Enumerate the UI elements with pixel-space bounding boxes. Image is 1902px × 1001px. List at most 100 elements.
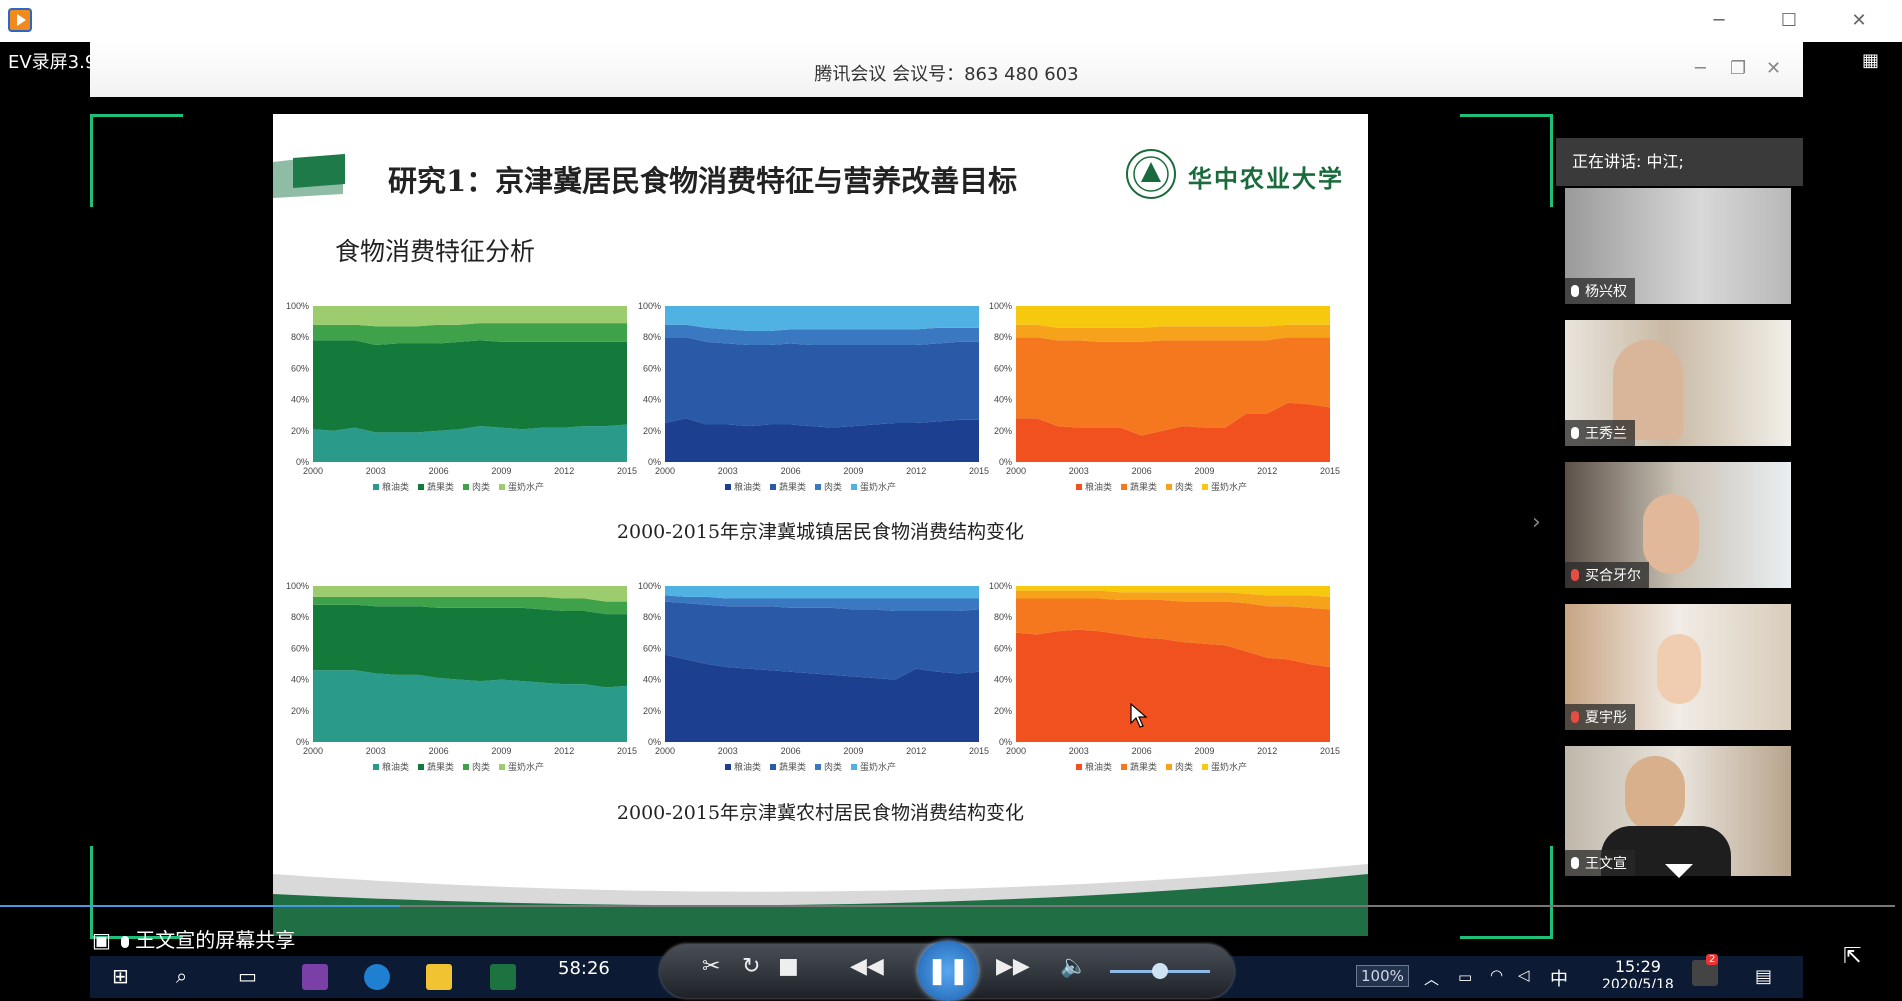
x-tick-label: 2006 bbox=[429, 746, 449, 756]
y-tick-label: 40% bbox=[994, 675, 1012, 685]
legend-label: 肉类 bbox=[1175, 481, 1193, 493]
chart-rural-b: 0% 20% 40% 60% 80% 100% 2000 2003 2006 2009 2012 20… bbox=[635, 581, 989, 786]
excel-icon[interactable] bbox=[490, 964, 516, 990]
recorder-title-bar: ─ ☐ ✕ bbox=[0, 0, 1902, 42]
cut-icon[interactable]: ✂ bbox=[702, 954, 720, 979]
legend-swatch bbox=[463, 764, 469, 770]
microphone-icon bbox=[1571, 285, 1579, 297]
participant-name-bar: 王文宣 bbox=[1565, 850, 1635, 876]
speaker-icon[interactable]: ◁ bbox=[1518, 966, 1530, 984]
minimize-icon[interactable]: ─ bbox=[1706, 8, 1732, 34]
maximize-icon[interactable]: ☐ bbox=[1776, 8, 1802, 34]
x-tick-label: 2012 bbox=[906, 466, 926, 476]
x-tick-label: 2006 bbox=[781, 466, 801, 476]
grid-icon[interactable]: ▦ bbox=[1862, 50, 1882, 71]
legend-label: 肉类 bbox=[1175, 761, 1193, 773]
legend-label: 蛋奶水产 bbox=[508, 761, 544, 773]
y-tick-label: 80% bbox=[994, 332, 1012, 342]
y-tick-label: 100% bbox=[286, 581, 309, 591]
participant-tile[interactable]: 买合牙尔 bbox=[1565, 462, 1791, 588]
action-center-icon[interactable]: ▤ bbox=[1755, 966, 1772, 987]
rewind-icon[interactable]: ◀◀ bbox=[850, 954, 884, 979]
notification-badge: 2 bbox=[1706, 954, 1719, 965]
stop-icon[interactable]: ■ bbox=[778, 954, 799, 979]
participant-tile[interactable]: 杨兴权 bbox=[1565, 188, 1791, 304]
minimize-icon[interactable]: ─ bbox=[1695, 58, 1706, 79]
participant-tile[interactable]: 夏宇彤 bbox=[1565, 604, 1791, 730]
notebook-icon[interactable]: 2 bbox=[1692, 954, 1719, 986]
onenote-icon[interactable] bbox=[302, 964, 328, 990]
play-icon bbox=[8, 8, 32, 32]
task-view-icon[interactable]: ▭ bbox=[238, 964, 264, 990]
participant-name: 杨兴权 bbox=[1585, 284, 1627, 300]
close-icon[interactable]: ✕ bbox=[1766, 58, 1781, 79]
legend-swatch bbox=[499, 764, 505, 770]
y-tick-label: 80% bbox=[643, 332, 661, 342]
x-tick-label: 2012 bbox=[554, 746, 574, 756]
y-tick-label: 80% bbox=[291, 612, 309, 622]
legend-label: 肉类 bbox=[824, 761, 842, 773]
caption-rural: 2000-2015年京津冀农村居民食物消费结构变化 bbox=[616, 802, 1025, 824]
participant-name: 王文宣 bbox=[1585, 856, 1627, 872]
legend-swatch bbox=[1121, 484, 1127, 490]
refresh-icon[interactable]: ↻ bbox=[742, 954, 760, 979]
participant-name: 王秀兰 bbox=[1585, 426, 1627, 442]
participant-name-bar: 买合牙尔 bbox=[1565, 562, 1649, 588]
restore-icon[interactable]: ❐ bbox=[1730, 58, 1746, 79]
exit-fullscreen-icon[interactable]: ⇱ bbox=[1843, 944, 1861, 969]
y-tick-label: 100% bbox=[638, 301, 661, 311]
x-tick-label: 2009 bbox=[491, 746, 511, 756]
recorder-control-bar: ✂ ↻ ■ ◀◀ ❚❚ ▶▶ 🔈 bbox=[660, 941, 1234, 1001]
participant-name-bar: 杨兴权 bbox=[1565, 278, 1635, 304]
x-tick-label: 2009 bbox=[491, 466, 511, 476]
x-tick-label: 2015 bbox=[1320, 746, 1340, 756]
y-tick-label: 20% bbox=[291, 426, 309, 436]
y-tick-label: 80% bbox=[994, 612, 1012, 622]
y-tick-label: 40% bbox=[291, 395, 309, 405]
scroll-down-icon[interactable] bbox=[1665, 864, 1693, 878]
file-explorer-icon[interactable] bbox=[426, 964, 452, 990]
legend-label: 蔬果类 bbox=[1130, 761, 1157, 773]
x-tick-label: 2000 bbox=[655, 746, 675, 756]
chart-urban-b: 0% 20% 40% 60% 80% 100% 2000 2003 2006 2009 2012 20… bbox=[635, 301, 989, 506]
y-tick-label: 20% bbox=[994, 426, 1012, 436]
tray-chevron-icon[interactable]: ︿ bbox=[1424, 968, 1439, 989]
legend-label: 蛋奶水产 bbox=[860, 761, 896, 773]
windows-start-icon[interactable]: ⊞ bbox=[112, 964, 138, 990]
screen-share-text: 王文宣的屏幕共享 bbox=[135, 928, 296, 952]
input-method-indicator[interactable]: 中 bbox=[1550, 965, 1568, 991]
legend-label: 粮油类 bbox=[1085, 481, 1112, 493]
pause-button[interactable]: ❚❚ bbox=[918, 941, 978, 1001]
area-series-4 bbox=[665, 306, 979, 331]
fast-forward-icon[interactable]: ▶▶ bbox=[996, 954, 1030, 979]
power-icon[interactable]: ▭ bbox=[1458, 968, 1472, 986]
university-logo bbox=[1126, 149, 1176, 199]
chevron-right-icon[interactable]: › bbox=[1532, 510, 1541, 535]
legend-label: 粮油类 bbox=[1085, 761, 1112, 773]
meeting-title: 腾讯会议 会议号：863 480 603 bbox=[814, 64, 1079, 85]
volume-slider-knob[interactable] bbox=[1152, 963, 1168, 979]
search-icon[interactable]: ⌕ bbox=[176, 964, 202, 990]
legend-label: 粮油类 bbox=[382, 761, 409, 773]
legend-label: 蛋奶水产 bbox=[860, 481, 896, 493]
speaking-indicator: 正在讲话: 中江; bbox=[1556, 138, 1803, 186]
y-tick-label: 40% bbox=[643, 675, 661, 685]
chart-rural-c: 0% 20% 40% 60% 80% 100% 2000 2003 2006 2009 2012 20… bbox=[986, 581, 1340, 786]
participant-tile[interactable]: 王文宣 bbox=[1565, 746, 1791, 876]
y-tick-label: 100% bbox=[286, 301, 309, 311]
wifi-icon[interactable]: ◠ bbox=[1490, 966, 1503, 984]
y-tick-label: 80% bbox=[291, 332, 309, 342]
x-tick-label: 2015 bbox=[617, 466, 637, 476]
legend-swatch bbox=[1076, 764, 1082, 770]
area-series-1 bbox=[313, 424, 627, 462]
volume-icon[interactable]: 🔈 bbox=[1060, 954, 1087, 979]
meeting-header: 腾讯会议 会议号：863 480 603 ─ ❐ ✕ bbox=[90, 42, 1803, 97]
microphone-icon bbox=[1571, 857, 1579, 869]
system-clock[interactable]: 15:29 2020/5/18 bbox=[1602, 958, 1674, 989]
x-tick-label: 2006 bbox=[781, 746, 801, 756]
close-icon[interactable]: ✕ bbox=[1846, 8, 1872, 34]
x-tick-label: 2006 bbox=[1132, 746, 1152, 756]
y-tick-label: 100% bbox=[989, 301, 1012, 311]
edge-icon[interactable] bbox=[364, 964, 390, 990]
participant-tile[interactable]: 王秀兰 bbox=[1565, 320, 1791, 446]
